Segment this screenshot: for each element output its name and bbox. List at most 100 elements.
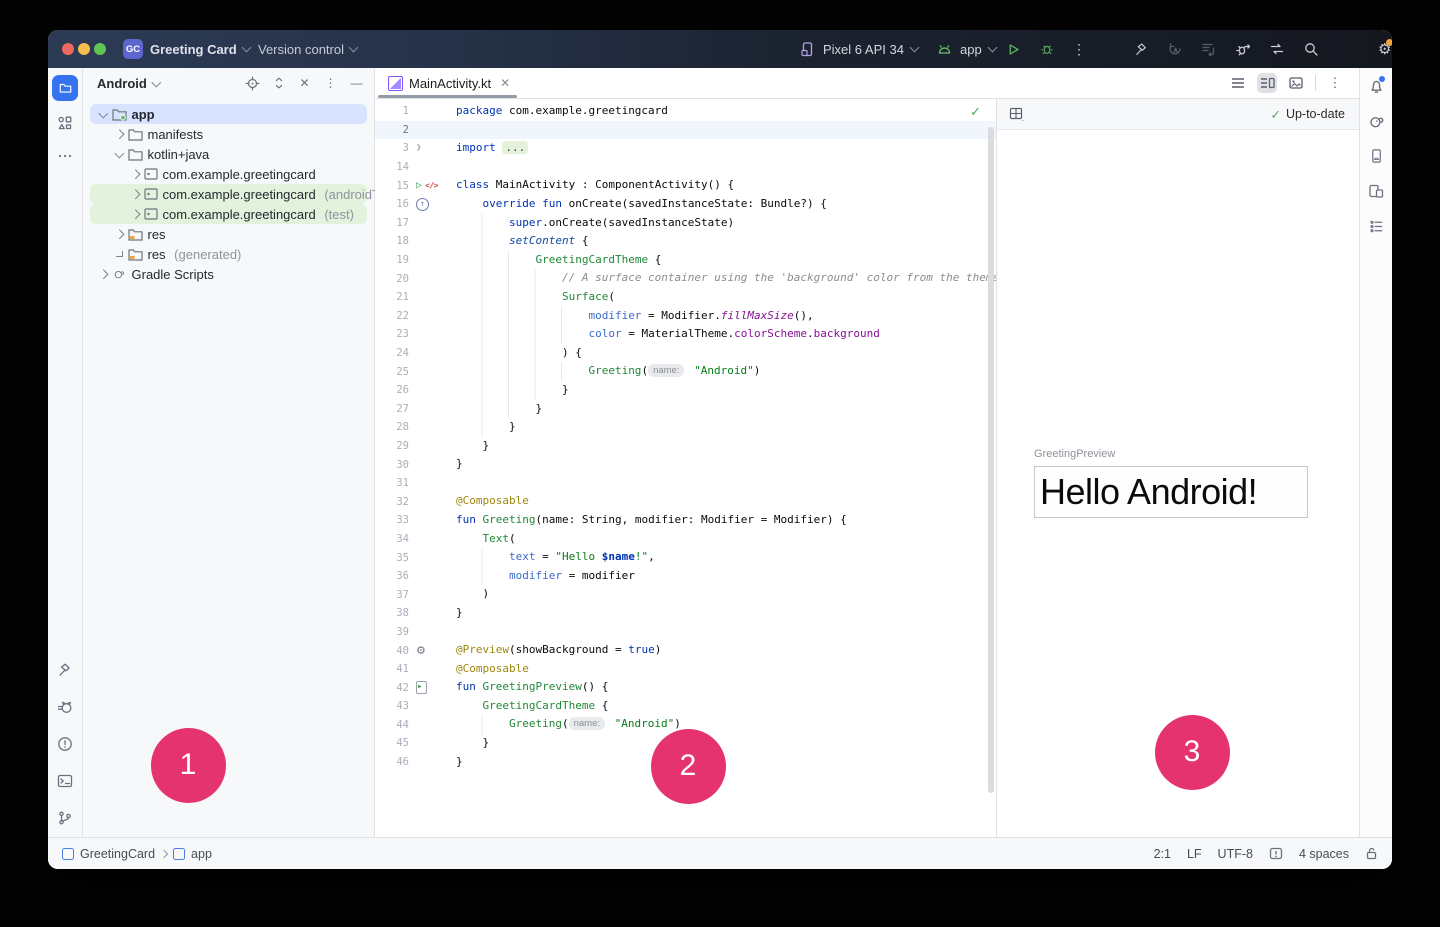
profiler-icon[interactable] <box>1234 40 1252 58</box>
app-quality-insights-icon[interactable] <box>1366 216 1386 236</box>
code-line-24[interactable]: 24 ) { <box>375 344 996 363</box>
design-view-button[interactable] <box>1286 73 1306 93</box>
unlock-icon[interactable] <box>1365 847 1378 860</box>
tree-item-res-generated-[interactable]: res (generated) <box>90 244 367 264</box>
code-line-16[interactable]: 16↑ override fun onCreate(savedInstanceS… <box>375 195 996 214</box>
tool-terminal-icon[interactable] <box>54 770 76 792</box>
code-line-26[interactable]: 26 } <box>375 381 996 400</box>
caret-position-widget[interactable]: 2:1 <box>1154 847 1171 861</box>
notifications-icon[interactable] <box>1366 76 1386 96</box>
collapse-all-icon[interactable]: ✕ <box>297 76 312 91</box>
encoding-widget[interactable]: UTF-8 <box>1218 847 1253 861</box>
code-line-3[interactable]: 3❯import ... <box>375 139 996 158</box>
code-line-2[interactable]: 2 <box>375 121 996 140</box>
code-line-21[interactable]: 21 Surface( <box>375 288 996 307</box>
tree-item-res[interactable]: res <box>90 224 367 244</box>
version-control-menu[interactable]: Version control <box>258 30 357 68</box>
device-manager-icon[interactable] <box>1366 146 1386 166</box>
settings-button[interactable]: ⚙ <box>1378 40 1391 58</box>
code-line-39[interactable]: 39 <box>375 623 996 642</box>
tree-item-manifests[interactable]: manifests <box>90 124 367 144</box>
indent-widget[interactable]: 4 spaces <box>1299 847 1349 861</box>
code-line-36[interactable]: 36 modifier = modifier <box>375 567 996 586</box>
code-line-15[interactable]: 15▷</>class MainActivity : ComponentActi… <box>375 176 996 195</box>
project-view-selector[interactable]: Android <box>97 76 147 91</box>
code-line-42[interactable]: 42▶fun GreetingPreview() { <box>375 678 996 697</box>
tree-item-com-example-greetingcard-androidtest-[interactable]: com.example.greetingcard (androidTest) <box>90 184 367 204</box>
sync-project-icon[interactable] <box>1268 40 1286 58</box>
code-line-35[interactable]: 35 text = "Hello $name!", <box>375 548 996 567</box>
zoom-window-button[interactable] <box>94 43 106 55</box>
code-line-28[interactable]: 28 } <box>375 418 996 437</box>
tree-item-kotlin-java[interactable]: kotlin+java <box>90 144 367 164</box>
split-view-button[interactable] <box>1257 73 1277 93</box>
select-opened-file-icon[interactable] <box>245 76 260 91</box>
run-preview-icon[interactable]: ▶ <box>416 681 427 694</box>
code-line-32[interactable]: 32@Composable <box>375 492 996 511</box>
preview-render-frame[interactable]: Hello Android! <box>1034 466 1308 518</box>
code-line-30[interactable]: 30} <box>375 455 996 474</box>
code-line-33[interactable]: 33fun Greeting(name: String, modifier: M… <box>375 511 996 530</box>
line-ending-widget[interactable]: LF <box>1187 847 1202 861</box>
code-view-button[interactable] <box>1228 73 1248 93</box>
tree-chevron-down-icon[interactable] <box>115 148 124 157</box>
search-everywhere-icon[interactable] <box>1302 40 1320 58</box>
run-button[interactable] <box>1004 40 1022 58</box>
code-line-18[interactable]: 18 setContent { <box>375 232 996 251</box>
code-line-20[interactable]: 20 // A surface container using the 'bac… <box>375 269 996 288</box>
tool-more-icon[interactable] <box>54 145 76 167</box>
project-name-menu[interactable]: Greeting Card <box>150 30 250 68</box>
gradle-icon[interactable] <box>1366 111 1386 131</box>
tree-chevron-right-icon[interactable] <box>115 229 124 238</box>
code-line-41[interactable]: 41@Composable <box>375 660 996 679</box>
close-tab-icon[interactable]: ✕ <box>500 76 510 90</box>
fold-arrow-icon[interactable]: ❯ <box>416 143 421 153</box>
code-line-38[interactable]: 38} <box>375 604 996 623</box>
override-method-icon[interactable]: ↑ <box>416 198 429 211</box>
code-editor[interactable]: 1package com.example.greetingcard23❯impo… <box>375 99 996 838</box>
code-line-19[interactable]: 19 GreetingCardTheme { <box>375 251 996 270</box>
tree-item-app[interactable]: app <box>90 104 367 124</box>
tool-build-icon[interactable] <box>54 659 76 681</box>
preview-settings-icon[interactable]: ⚙ <box>416 645 426 656</box>
tree-chevron-down-icon[interactable] <box>99 108 108 117</box>
breadcrumb-module[interactable]: app <box>191 847 212 861</box>
code-line-40[interactable]: 40⚙@Preview(showBackground = true) <box>375 641 996 660</box>
hide-panel-icon[interactable]: — <box>349 76 364 91</box>
code-line-29[interactable]: 29 } <box>375 437 996 456</box>
panel-options-icon[interactable]: ⋮ <box>323 76 338 91</box>
preview-layout-icon[interactable] <box>1009 107 1024 121</box>
code-line-34[interactable]: 34 Text( <box>375 530 996 549</box>
tree-chevron-right-icon[interactable] <box>131 169 140 178</box>
tree-chevron-right-icon[interactable] <box>131 209 140 218</box>
code-tag-icon[interactable]: </> <box>425 181 438 190</box>
device-selector[interactable]: Pixel 6 API 34 <box>798 30 918 68</box>
tool-problems-icon[interactable] <box>54 733 76 755</box>
tool-version-control-icon[interactable] <box>54 807 76 829</box>
run-class-icon[interactable]: ▷ <box>416 181 422 191</box>
running-devices-icon[interactable] <box>1366 181 1386 201</box>
tool-logcat-icon[interactable] <box>54 696 76 718</box>
debug-button[interactable] <box>1038 40 1056 58</box>
tree-chevron-right-icon[interactable] <box>115 129 124 138</box>
code-line-23[interactable]: 23 color = MaterialTheme.colorScheme.bac… <box>375 325 996 344</box>
close-window-button[interactable] <box>62 43 74 55</box>
tree-chevron-right-icon[interactable] <box>131 189 140 198</box>
code-line-17[interactable]: 17 super.onCreate(savedInstanceState) <box>375 214 996 233</box>
breadcrumb-project[interactable]: GreetingCard <box>80 847 155 861</box>
code-line-1[interactable]: 1package com.example.greetingcard <box>375 102 996 121</box>
tree-item-com-example-greetingcard[interactable]: com.example.greetingcard <box>90 164 367 184</box>
code-line-27[interactable]: 27 } <box>375 400 996 419</box>
minimize-window-button[interactable] <box>78 43 90 55</box>
tree-item-com-example-greetingcard-test-[interactable]: com.example.greetingcard (test) <box>90 204 367 224</box>
expand-all-icon[interactable] <box>271 76 286 91</box>
tool-resource-manager-icon[interactable] <box>54 112 76 134</box>
inspection-ok-icon[interactable]: ✓ <box>970 105 981 120</box>
code-line-37[interactable]: 37 ) <box>375 585 996 604</box>
inspection-widget-icon[interactable] <box>1269 847 1283 860</box>
more-run-options-button[interactable]: ⋮ <box>1072 42 1086 56</box>
code-line-25[interactable]: 25 Greeting(name: "Android") <box>375 362 996 381</box>
tab-mainactivity[interactable]: MainActivity.kt ✕ <box>375 68 520 98</box>
run-configuration-selector[interactable]: app <box>935 30 996 68</box>
tool-project-icon[interactable] <box>52 75 78 101</box>
